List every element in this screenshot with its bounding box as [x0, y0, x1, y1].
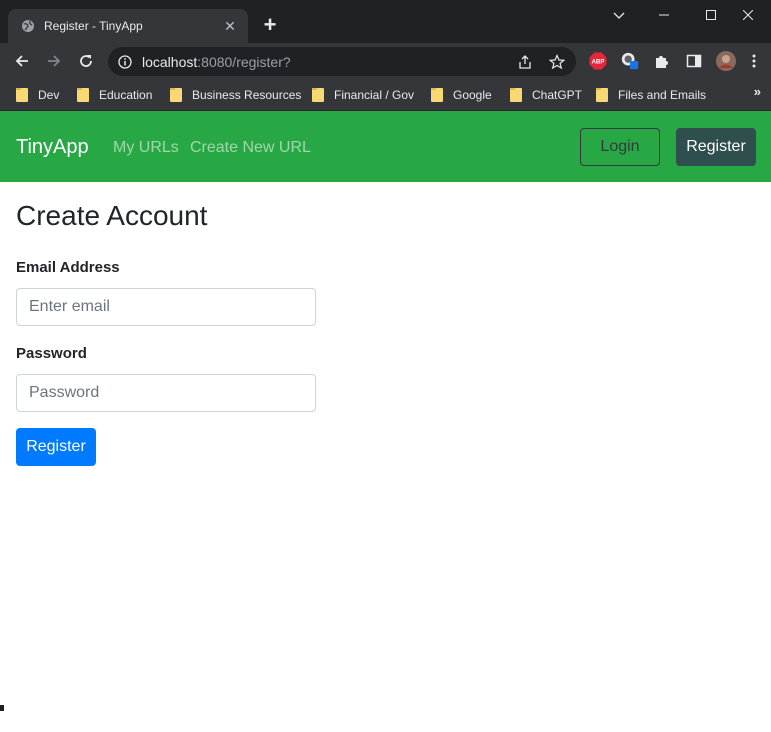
kebab-menu-icon[interactable]	[744, 51, 764, 71]
profile-avatar-icon[interactable]	[716, 51, 736, 71]
folder-icon	[312, 88, 324, 102]
extensions-puzzle-icon[interactable]	[652, 51, 672, 71]
bookmark-financial-gov[interactable]: Financial / Gov	[312, 85, 414, 105]
window-edge	[0, 705, 4, 711]
register-nav-button[interactable]: Register	[676, 128, 756, 166]
brand-link[interactable]: TinyApp	[16, 136, 89, 159]
url-path: :8080/register?	[197, 53, 291, 70]
browser-window: Register - TinyApp ✕ + localhost:8080/r…	[0, 0, 771, 732]
bookmarks-bar: Dev Education Business Resources Financi…	[0, 79, 771, 111]
nav-link-create-new-url[interactable]: Create New URL	[190, 139, 311, 157]
close-tab-icon[interactable]: ✕	[222, 18, 238, 35]
share-icon[interactable]	[516, 53, 534, 71]
extension-badge-icon[interactable]	[620, 51, 640, 71]
bookmark-google[interactable]: Google	[431, 85, 492, 105]
globe-icon	[20, 18, 36, 34]
reload-icon[interactable]	[74, 49, 98, 73]
window-close-icon[interactable]	[725, 0, 771, 30]
bookmark-education[interactable]: Education	[77, 85, 152, 105]
register-submit-button[interactable]: Register	[16, 428, 96, 466]
folder-icon	[596, 88, 608, 102]
password-field[interactable]	[16, 374, 316, 412]
login-button[interactable]: Login	[580, 128, 660, 166]
more-bookmarks-icon[interactable]: »	[754, 84, 761, 99]
folder-icon	[431, 88, 443, 102]
bookmark-business-resources[interactable]: Business Resources	[170, 85, 301, 105]
bookmark-chatgpt[interactable]: ChatGPT	[510, 85, 582, 105]
browser-tab[interactable]: Register - TinyApp ✕	[8, 9, 248, 43]
url-host: localhost	[142, 53, 198, 70]
folder-icon	[77, 88, 89, 102]
tab-title: Register - TinyApp	[44, 19, 143, 33]
email-field[interactable]	[16, 288, 316, 326]
adblock-icon[interactable]: ABP	[588, 51, 608, 71]
site-info-icon[interactable]	[118, 54, 132, 69]
password-label: Password	[16, 345, 87, 362]
minimize-icon[interactable]	[641, 0, 687, 30]
page-title: Create Account	[16, 200, 208, 231]
back-icon[interactable]	[10, 49, 34, 73]
email-label: Email Address	[16, 259, 120, 276]
folder-icon	[170, 88, 182, 102]
side-panel-icon[interactable]	[684, 51, 704, 71]
browser-toolbar: localhost:8080/register? ABP	[0, 43, 771, 79]
forward-icon[interactable]	[42, 49, 66, 73]
new-tab-icon[interactable]: +	[260, 14, 280, 36]
bookmark-dev[interactable]: Dev	[16, 85, 59, 105]
adblock-label: ABP	[592, 60, 605, 66]
bookmark-files-and-emails[interactable]: Files and Emails	[596, 85, 706, 105]
folder-icon	[16, 88, 28, 102]
folder-icon	[510, 88, 522, 102]
browser-titlebar: Register - TinyApp ✕ +	[0, 0, 771, 43]
tab-search-icon[interactable]	[608, 6, 630, 26]
address-bar[interactable]: localhost:8080/register?	[108, 47, 576, 76]
app-navbar: TinyApp My URLs Create New URL Login Reg…	[0, 111, 771, 182]
bookmark-star-icon[interactable]	[548, 53, 566, 71]
nav-link-my-urls[interactable]: My URLs	[113, 139, 179, 157]
